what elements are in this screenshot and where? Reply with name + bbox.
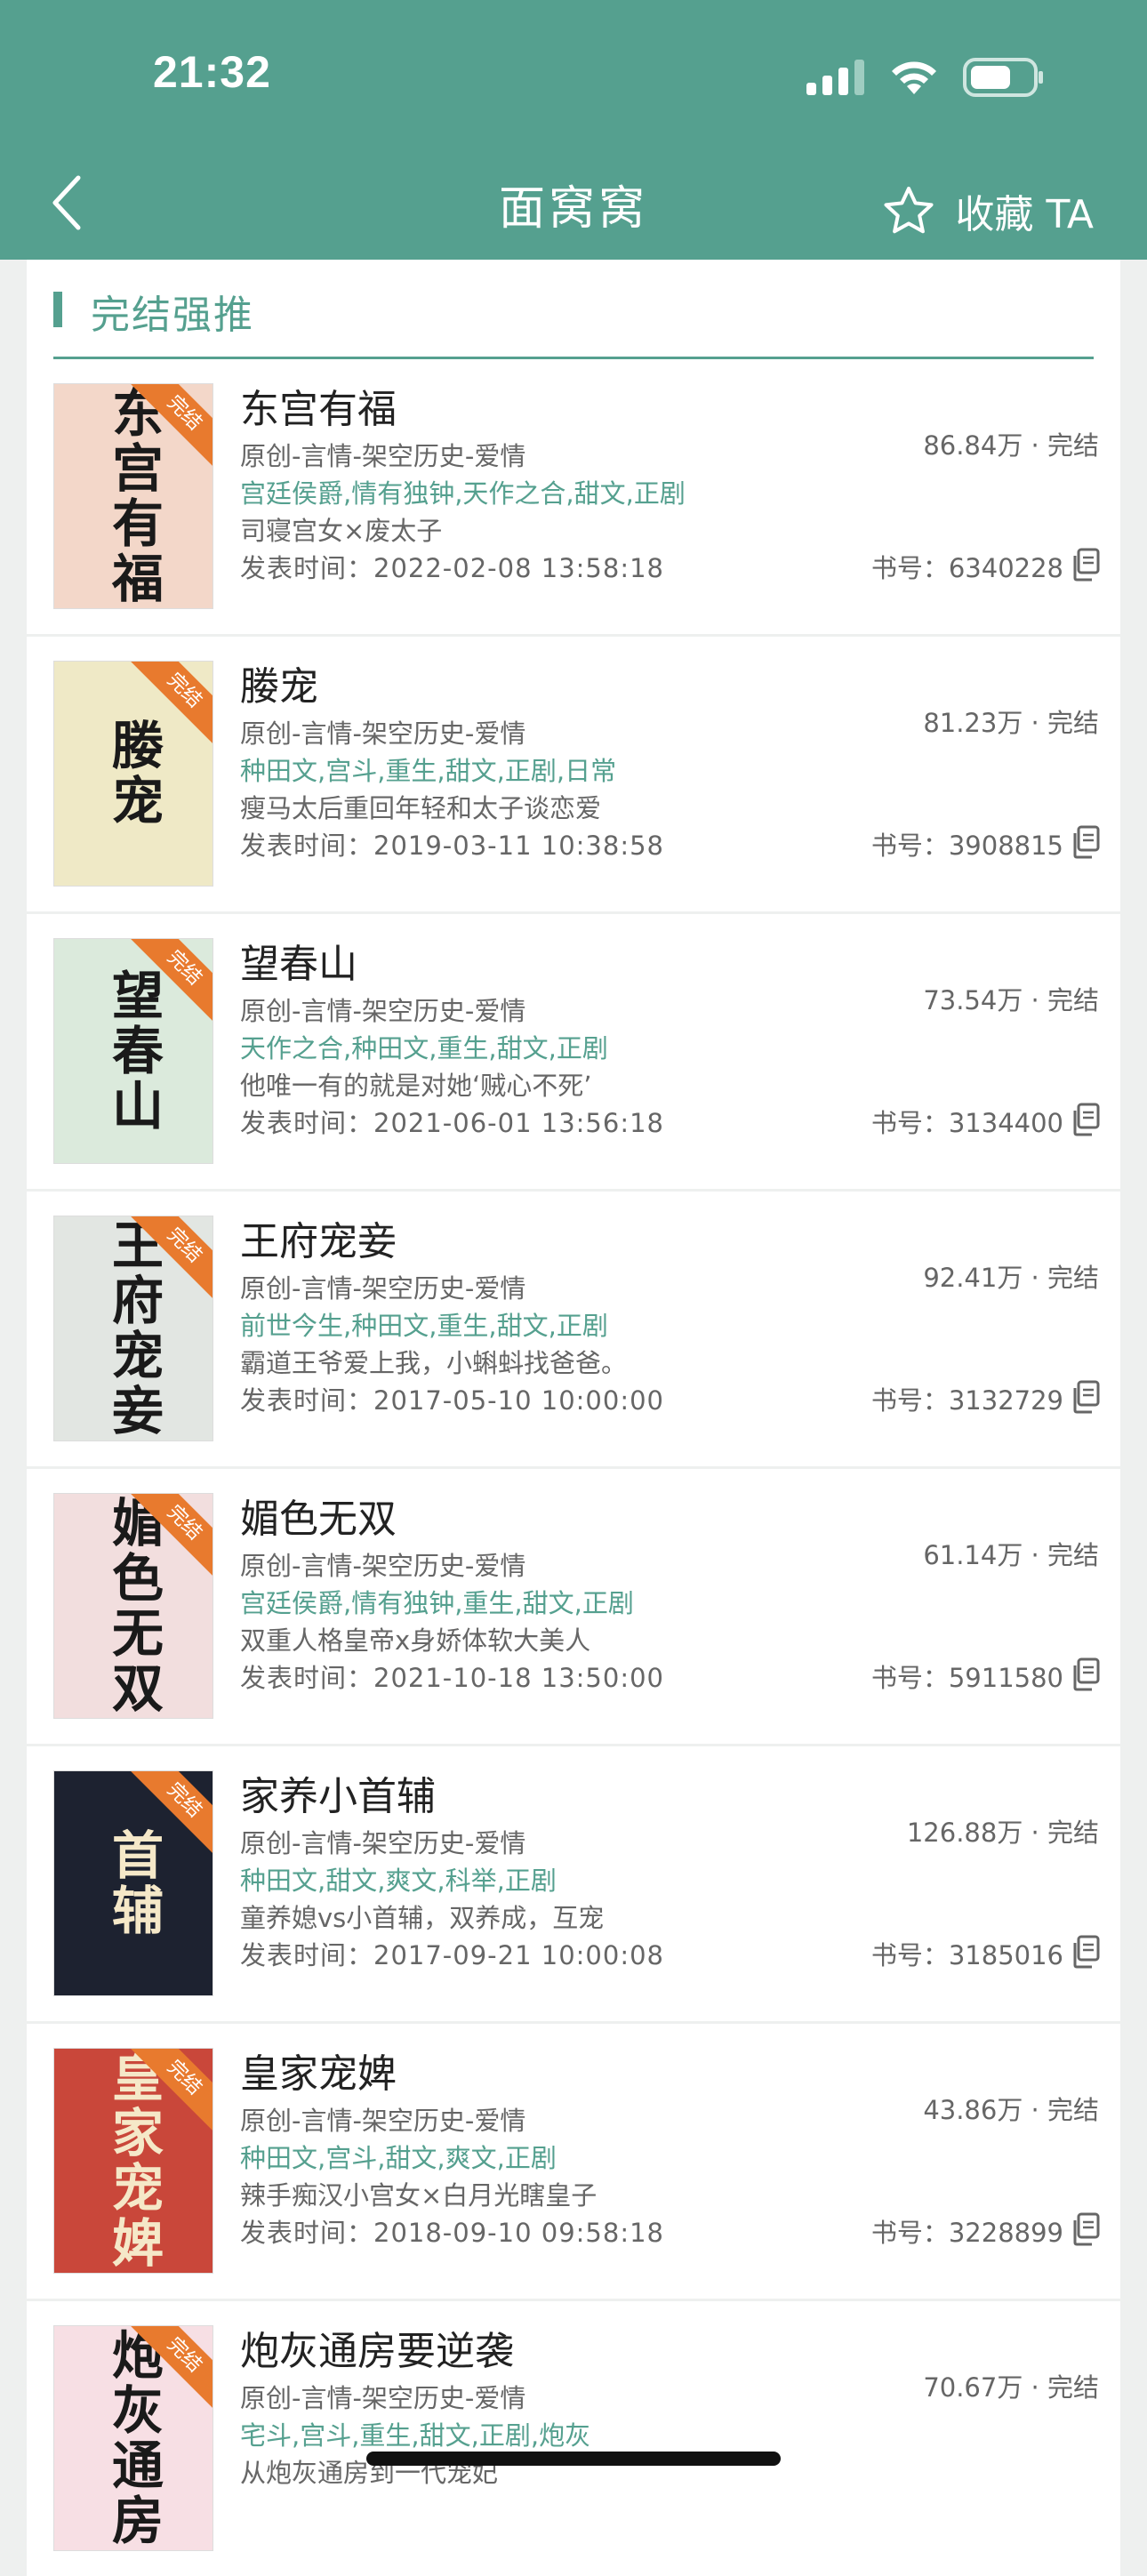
book-id: 书号：5911580 xyxy=(870,1663,1063,1693)
book-cover[interactable]: 媵宠 完结 xyxy=(53,661,213,887)
cellular-signal-icon xyxy=(806,60,864,95)
book-category: 原创-言情-架空历史-爱情 xyxy=(240,1273,526,1304)
book-category: 原创-言情-架空历史-爱情 xyxy=(240,2383,526,2413)
book-word-count-status: 81.23万 · 完结 xyxy=(923,708,1099,738)
book-category: 原创-言情-架空历史-爱情 xyxy=(240,1828,526,1858)
book-category: 原创-言情-架空历史-爱情 xyxy=(240,441,526,471)
book-cover[interactable]: 皇家宠婢 完结 xyxy=(53,2048,213,2274)
copy-icon[interactable] xyxy=(1071,1935,1101,1969)
book-publish-date: 发表时间：2017-05-10 10:00:00 xyxy=(240,1385,664,1416)
book-cover[interactable]: 东宫有福 完结 xyxy=(53,383,213,609)
book-description: 司寝宫女×废太子 xyxy=(240,516,443,546)
book-word-count-status: 43.86万 · 完结 xyxy=(923,2095,1099,2125)
book-description: 他唯一有的就是对她‘贼心不死’ xyxy=(240,1071,592,1101)
star-icon xyxy=(884,187,934,234)
book-item[interactable]: 东宫有福 完结 东宫有福 原创-言情-架空历史-爱情 宫廷侯爵,情有独钟,天作之… xyxy=(27,359,1120,634)
copy-icon[interactable] xyxy=(1071,2212,1101,2246)
book-description: 双重人格皇帝x身娇体软大美人 xyxy=(240,1625,591,1656)
book-id: 书号：6340228 xyxy=(870,553,1063,583)
book-tags: 宫廷侯爵,情有独钟,重生,甜文,正剧 xyxy=(240,1588,634,1618)
book-publish-date: 发表时间：2021-06-01 13:56:18 xyxy=(240,1108,664,1138)
book-title[interactable]: 家养小首辅 xyxy=(240,1764,436,1821)
book-item[interactable]: 皇家宠婢 完结 皇家宠婢 原创-言情-架空历史-爱情 种田文,宫斗,甜文,爽文,… xyxy=(27,2024,1120,2299)
book-publish-date: 发表时间：2018-09-10 09:58:18 xyxy=(240,2218,664,2248)
book-word-count-status: 70.67万 · 完结 xyxy=(923,2372,1099,2403)
book-item[interactable]: 王府宠妾 完结 王府宠妾 原创-言情-架空历史-爱情 前世今生,种田文,重生,甜… xyxy=(27,1192,1120,1466)
book-publish-date: 发表时间：2017-09-21 10:00:08 xyxy=(240,1940,664,1970)
copy-icon[interactable] xyxy=(1071,1380,1101,1414)
book-cover[interactable]: 望春山 完结 xyxy=(53,938,213,1164)
section-title: 完结强推 xyxy=(91,293,254,338)
book-publish-date: 发表时间：2022-02-08 13:58:18 xyxy=(240,553,664,583)
book-item[interactable]: 媵宠 完结 媵宠 原创-言情-架空历史-爱情 种田文,宫斗,重生,甜文,正剧,日… xyxy=(27,637,1120,911)
section-marker xyxy=(53,292,62,327)
book-description: 瘦马太后重回年轻和太子谈恋爱 xyxy=(240,793,602,823)
copy-icon[interactable] xyxy=(1071,548,1101,582)
favorite-label: 收藏 TA xyxy=(955,192,1094,237)
book-id: 书号：3185016 xyxy=(870,1940,1063,1970)
book-title[interactable]: 望春山 xyxy=(240,932,357,989)
status-time: 21:32 xyxy=(153,47,271,97)
book-publish-date: 发表时间：2019-03-11 10:38:58 xyxy=(240,831,664,861)
book-tags: 宅斗,宫斗,重生,甜文,正剧,炮灰 xyxy=(240,2420,591,2451)
book-tags: 种田文,宫斗,重生,甜文,正剧,日常 xyxy=(240,756,617,786)
book-item[interactable]: 媚色无双 完结 媚色无双 原创-言情-架空历史-爱情 宫廷侯爵,情有独钟,重生,… xyxy=(27,1469,1120,1744)
copy-icon[interactable] xyxy=(1071,825,1101,859)
book-cover[interactable]: 炮灰通房 完结 xyxy=(53,2325,213,2551)
book-category: 原创-言情-架空历史-爱情 xyxy=(240,718,526,749)
battery-icon xyxy=(963,58,1043,97)
book-title[interactable]: 王府宠妾 xyxy=(240,1209,397,1266)
book-cover[interactable]: 媚色无双 完结 xyxy=(53,1493,213,1719)
book-item[interactable]: 首辅 完结 家养小首辅 原创-言情-架空历史-爱情 种田文,甜文,爽文,科举,正… xyxy=(27,1746,1120,2021)
book-cover[interactable]: 首辅 完结 xyxy=(53,1770,213,1996)
book-word-count-status: 92.41万 · 完结 xyxy=(923,1263,1099,1293)
favorite-button[interactable]: 收藏 TA xyxy=(882,182,1094,239)
book-word-count-status: 86.84万 · 完结 xyxy=(923,430,1099,461)
book-title[interactable]: 媚色无双 xyxy=(240,1487,397,1544)
book-id: 书号：3134400 xyxy=(870,1108,1063,1138)
book-tags: 种田文,甜文,爽文,科举,正剧 xyxy=(240,1866,557,1896)
book-tags: 宫廷侯爵,情有独钟,天作之合,甜文,正剧 xyxy=(240,478,686,509)
app-header: 21:32 面窝窝 收藏 TA xyxy=(0,0,1147,260)
book-word-count-status: 73.54万 · 完结 xyxy=(923,985,1099,1015)
book-category: 原创-言情-架空历史-爱情 xyxy=(240,2106,526,2136)
book-item[interactable]: 炮灰通房 完结 炮灰通房要逆袭 原创-言情-架空历史-爱情 宅斗,宫斗,重生,甜… xyxy=(27,2301,1120,2576)
book-tags: 前世今生,种田文,重生,甜文,正剧 xyxy=(240,1311,608,1341)
book-title[interactable]: 皇家宠婢 xyxy=(240,2042,397,2099)
status-icons xyxy=(806,55,1045,100)
book-title[interactable]: 东宫有福 xyxy=(240,377,397,434)
book-item[interactable]: 望春山 完结 望春山 原创-言情-架空历史-爱情 天作之合,种田文,重生,甜文,… xyxy=(27,914,1120,1189)
copy-icon[interactable] xyxy=(1071,1657,1101,1691)
book-tags: 种田文,宫斗,甜文,爽文,正剧 xyxy=(240,2143,557,2173)
book-title[interactable]: 媵宠 xyxy=(240,654,318,711)
book-title[interactable]: 炮灰通房要逆袭 xyxy=(240,2319,514,2376)
book-description: 童养媳vs小首辅，双养成，互宠 xyxy=(240,1903,605,1933)
section-header: 完结强推 xyxy=(27,260,1120,359)
book-word-count-status: 61.14万 · 完结 xyxy=(923,1540,1099,1570)
book-tags: 天作之合,种田文,重生,甜文,正剧 xyxy=(240,1033,608,1063)
book-cover[interactable]: 王府宠妾 完结 xyxy=(53,1216,213,1441)
book-category: 原创-言情-架空历史-爱情 xyxy=(240,1551,526,1581)
book-description: 辣手痴汉小宫女×白月光瞎皇子 xyxy=(240,2180,598,2211)
book-publish-date: 发表时间：2021-10-18 13:50:00 xyxy=(240,1663,664,1693)
copy-icon[interactable] xyxy=(1071,1103,1101,1136)
book-list-section: 完结强推 东宫有福 完结 东宫有福 原创-言情-架空历史-爱情 宫廷侯爵,情有独… xyxy=(27,260,1120,2576)
book-word-count-status: 126.88万 · 完结 xyxy=(906,1818,1099,1848)
wifi-icon xyxy=(892,61,936,94)
book-list: 东宫有福 完结 东宫有福 原创-言情-架空历史-爱情 宫廷侯爵,情有独钟,天作之… xyxy=(27,359,1120,2576)
book-id: 书号：3132729 xyxy=(870,1385,1063,1416)
home-indicator[interactable] xyxy=(366,2452,781,2466)
book-id: 书号：3228899 xyxy=(870,2218,1063,2248)
book-id: 书号：3908815 xyxy=(870,831,1063,861)
book-category: 原创-言情-架空历史-爱情 xyxy=(240,996,526,1026)
book-description: 霸道王爷爱上我，小蝌蚪找爸爸。 xyxy=(240,1348,628,1378)
